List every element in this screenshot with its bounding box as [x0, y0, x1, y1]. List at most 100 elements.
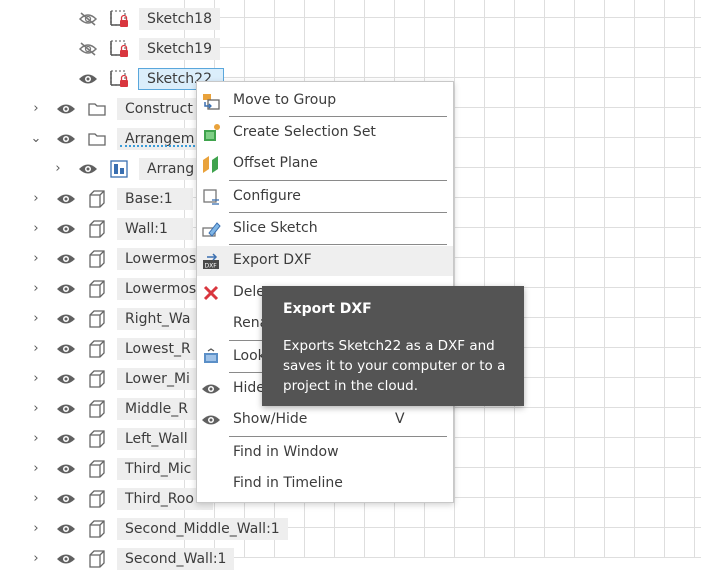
chevron-right-icon[interactable]: › — [29, 521, 43, 537]
tooltip-body: Exports Sketch22 as a DXF and saves it t… — [283, 338, 506, 394]
menu-item-export-dxf[interactable]: DXF Export DXF — [197, 246, 453, 276]
eye-icon[interactable] — [78, 161, 98, 177]
tree-row-label: Base:1 — [117, 188, 193, 210]
chevron-right-icon[interactable]: › — [29, 311, 43, 327]
chevron-right-icon[interactable]: › — [29, 221, 43, 237]
chevron-right-icon[interactable]: › — [29, 551, 43, 567]
menu-item-create-selection-set[interactable]: Create Selection Set — [197, 118, 453, 148]
slice-sketch-icon — [201, 219, 221, 239]
tree-row-label: Sketch19 — [139, 38, 220, 60]
eye-icon[interactable] — [56, 311, 76, 327]
chevron-right-icon[interactable]: › — [29, 431, 43, 447]
menu-item-slice-sketch[interactable]: Slice Sketch — [197, 214, 453, 244]
menu-item-label: Hide — [233, 380, 265, 396]
menu-item-label: Offset Plane — [233, 155, 318, 171]
configure-icon — [201, 187, 221, 207]
menu-item-find-in-timeline[interactable]: Find in Timeline — [197, 469, 453, 499]
eye-icon[interactable] — [56, 431, 76, 447]
eye-hidden-icon[interactable] — [78, 41, 98, 57]
menu-separator — [229, 180, 447, 181]
chevron-right-icon[interactable]: › — [29, 341, 43, 357]
body-icon — [87, 309, 107, 329]
menu-separator — [229, 212, 447, 213]
eye-icon[interactable] — [56, 341, 76, 357]
folder-icon — [87, 129, 107, 149]
eye-icon[interactable] — [56, 191, 76, 207]
menu-item-label: Show/Hide — [233, 411, 308, 427]
eye-icon[interactable] — [56, 281, 76, 297]
locked-sketch-icon — [109, 69, 129, 89]
eye-icon[interactable] — [56, 371, 76, 387]
chevron-right-icon[interactable]: › — [29, 401, 43, 417]
body-icon — [87, 369, 107, 389]
menu-separator — [229, 116, 447, 117]
chevron-right-icon[interactable]: › — [29, 281, 43, 297]
menu-item-label: Create Selection Set — [233, 124, 376, 140]
body-icon — [87, 189, 107, 209]
menu-separator — [229, 436, 447, 437]
menu-item-move-to-group[interactable]: Move to Group — [197, 86, 453, 116]
menu-item-shortcut: V — [395, 411, 405, 427]
menu-item-label: Look — [233, 348, 266, 364]
selection-set-icon — [201, 123, 221, 143]
tooltip-export-dxf: Export DXF Exports Sketch22 as a DXF and… — [262, 286, 524, 406]
eye-icon — [201, 379, 221, 399]
menu-separator — [229, 244, 447, 245]
menu-item-configure[interactable]: Configure — [197, 182, 453, 212]
menu-item-label: Dele — [233, 284, 265, 300]
chevron-right-icon[interactable]: › — [29, 251, 43, 267]
svg-text:DXF: DXF — [205, 263, 218, 270]
eye-icon — [201, 410, 221, 430]
menu-item-label: Find in Window — [233, 444, 339, 460]
tree-row-label: Wall:1 — [117, 218, 193, 240]
chevron-down-icon[interactable]: ⌄ — [29, 131, 43, 147]
look-at-icon — [201, 347, 221, 367]
chevron-right-icon[interactable]: › — [29, 371, 43, 387]
tooltip-title: Export DXF — [283, 301, 372, 317]
menu-item-find-in-window[interactable]: Find in Window — [197, 438, 453, 468]
delete-icon — [201, 283, 221, 303]
body-icon — [87, 519, 107, 539]
body-icon — [87, 459, 107, 479]
body-icon — [87, 339, 107, 359]
offset-plane-icon — [201, 154, 221, 174]
menu-item-label: Move to Group — [233, 92, 337, 108]
eye-icon[interactable] — [56, 131, 76, 147]
locked-sketch-icon — [109, 9, 129, 29]
menu-item-offset-plane[interactable]: Offset Plane — [197, 149, 453, 179]
tree-row-label: Sketch18 — [139, 8, 220, 30]
body-icon — [87, 279, 107, 299]
tree-row-label: Second_Middle_Wall:1 — [117, 518, 288, 540]
folder-icon — [87, 99, 107, 119]
menu-item-label: Configure — [233, 188, 301, 204]
eye-icon[interactable] — [56, 521, 76, 537]
arrangement-icon — [109, 159, 129, 179]
export-dxf-icon: DXF — [201, 251, 221, 271]
menu-item-label: Export DXF — [233, 252, 312, 268]
chevron-right-icon[interactable]: › — [29, 101, 43, 117]
locked-sketch-icon — [109, 39, 129, 59]
body-icon — [87, 219, 107, 239]
body-icon — [87, 489, 107, 509]
eye-icon[interactable] — [56, 551, 76, 567]
body-icon — [87, 429, 107, 449]
chevron-right-icon[interactable]: › — [29, 191, 43, 207]
body-icon — [87, 249, 107, 269]
menu-item-label: Slice Sketch — [233, 220, 318, 236]
eye-icon[interactable] — [78, 71, 98, 87]
eye-icon[interactable] — [56, 491, 76, 507]
menu-item-show-hide[interactable]: Show/Hide V — [197, 405, 453, 435]
chevron-right-icon[interactable]: › — [29, 461, 43, 477]
chevron-right-icon[interactable]: › — [29, 491, 43, 507]
menu-item-label: Find in Timeline — [233, 475, 343, 491]
chevron-right-icon[interactable]: › — [51, 161, 65, 177]
eye-icon[interactable] — [56, 401, 76, 417]
eye-icon[interactable] — [56, 221, 76, 237]
move-to-group-icon — [201, 91, 221, 111]
eye-hidden-icon[interactable] — [78, 11, 98, 27]
eye-icon[interactable] — [56, 461, 76, 477]
tree-row-label: Second_Wall:1 — [117, 548, 235, 570]
eye-icon[interactable] — [56, 101, 76, 117]
eye-icon[interactable] — [56, 251, 76, 267]
body-icon — [87, 399, 107, 419]
